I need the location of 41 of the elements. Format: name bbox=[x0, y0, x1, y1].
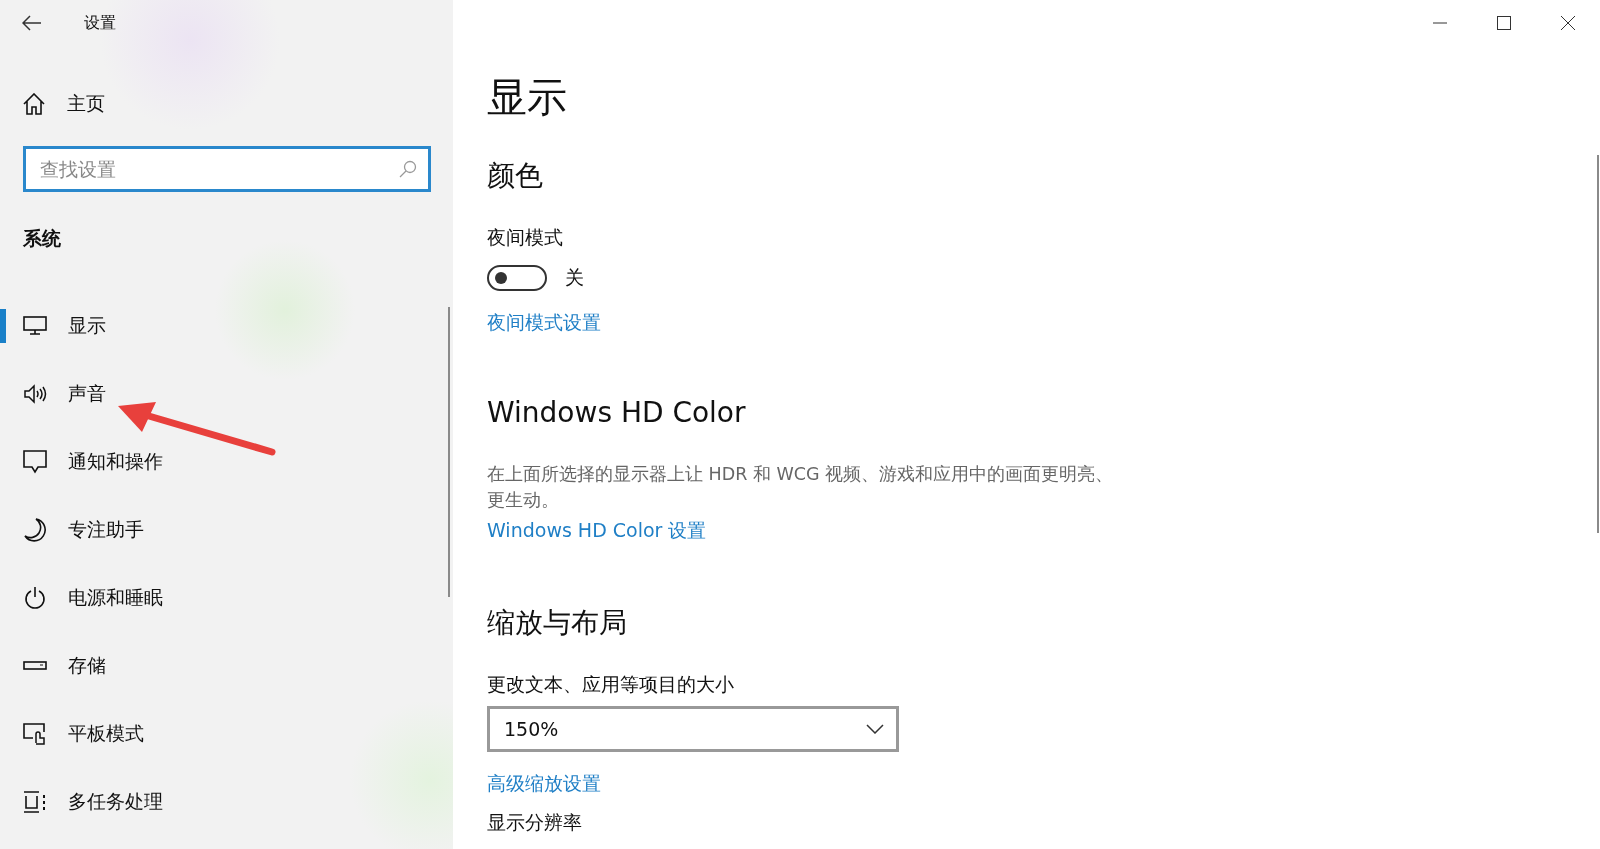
dropdown-label: 更改文本、应用等项目的大小 bbox=[487, 672, 735, 697]
maximize-icon bbox=[1497, 16, 1511, 30]
toggle-switch[interactable] bbox=[487, 265, 547, 291]
nav-item[interactable]: 显示 bbox=[68, 313, 106, 339]
nav-item[interactable]: 通知和操作 bbox=[68, 449, 163, 475]
search-icon bbox=[399, 160, 417, 178]
page-title: 显示 bbox=[487, 73, 568, 122]
section-heading: Windows HD Color bbox=[487, 396, 747, 429]
section-heading: 缩放与布局 bbox=[487, 605, 628, 641]
speaker-icon bbox=[23, 384, 47, 404]
toggle-state: 关 bbox=[565, 265, 584, 290]
moon-icon bbox=[24, 518, 46, 542]
scale-dropdown[interactable]: 150% bbox=[487, 706, 899, 752]
home-link[interactable]: 主页 bbox=[67, 91, 105, 117]
section-heading: 系统 bbox=[22, 226, 62, 251]
tablet-icon bbox=[23, 723, 47, 745]
section-heading: 颜色 bbox=[487, 158, 544, 194]
nav-item[interactable]: 声音 bbox=[68, 381, 106, 407]
toggle-label: 夜间模式 bbox=[487, 225, 564, 250]
nav-item[interactable]: 电源和睡眠 bbox=[68, 585, 163, 611]
search-field[interactable]: 查找设置 bbox=[23, 146, 431, 192]
nav-item[interactable]: 平板模式 bbox=[68, 721, 144, 747]
nav-item[interactable]: 多任务处理 bbox=[68, 789, 163, 815]
chevron-down-icon bbox=[866, 724, 884, 734]
nav-item[interactable]: 存储 bbox=[68, 653, 106, 679]
home-icon[interactable] bbox=[23, 93, 45, 115]
description-text: 在上面所选择的显示器上让 HDR 和 WCG 视频、游戏和应用中的画面更明亮、更生动。 bbox=[487, 463, 1115, 512]
drive-icon bbox=[23, 661, 47, 671]
multitask-icon bbox=[23, 791, 47, 813]
window-title: 设置 bbox=[84, 12, 116, 34]
close-icon bbox=[1561, 16, 1575, 30]
minimize-icon bbox=[1433, 22, 1447, 24]
monitor-icon bbox=[23, 316, 47, 336]
back-arrow-icon[interactable] bbox=[22, 15, 42, 31]
settings-link[interactable]: Windows HD Color 设置 bbox=[487, 518, 707, 544]
settings-link[interactable]: 夜间模式设置 bbox=[487, 310, 601, 336]
setting-label: 显示分辨率 bbox=[487, 811, 583, 833]
power-icon bbox=[24, 586, 46, 610]
settings-link[interactable]: 高级缩放设置 bbox=[487, 771, 601, 797]
nav-item[interactable]: 专注助手 bbox=[68, 517, 144, 543]
message-icon bbox=[23, 450, 47, 474]
